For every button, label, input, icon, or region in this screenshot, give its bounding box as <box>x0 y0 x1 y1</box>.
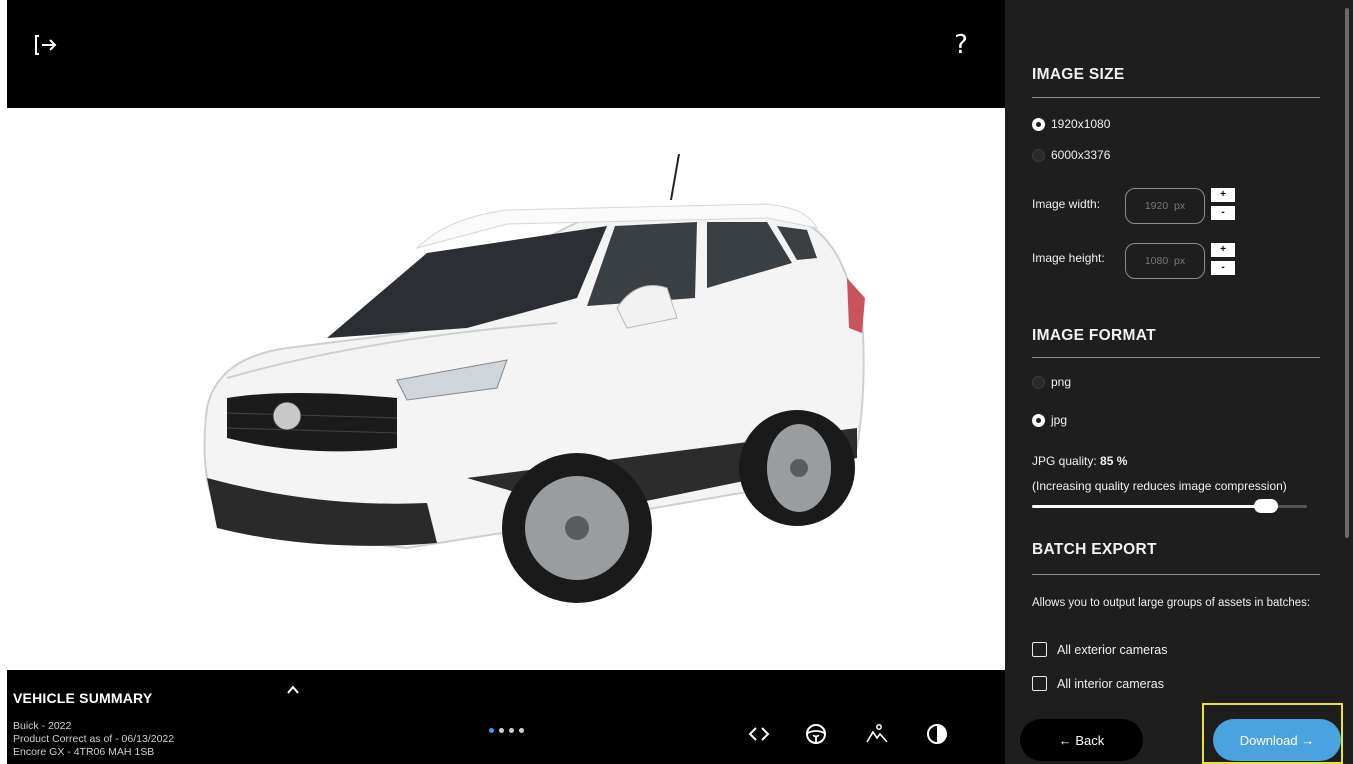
batch-export-title: BATCH EXPORT <box>1032 541 1157 558</box>
format-option-jpg[interactable]: jpg <box>1032 413 1067 427</box>
width-increment-button[interactable]: + <box>1211 188 1235 202</box>
section-divider <box>1032 97 1320 98</box>
vehicle-summary-title: VEHICLE SUMMARY <box>13 690 153 706</box>
jpg-quality-note: (Increasing quality reduces image compre… <box>1032 479 1287 493</box>
batch-export-description: Allows you to output large groups of ass… <box>1032 597 1311 609</box>
section-divider <box>1032 574 1320 575</box>
image-height-input[interactable] <box>1125 243 1205 279</box>
width-decrement-button[interactable]: - <box>1211 206 1235 220</box>
batch-option-interior[interactable]: All interior cameras <box>1032 676 1164 691</box>
image-width-label: Image width: <box>1032 197 1101 211</box>
jpg-quality-label: JPG quality: <box>1032 454 1097 468</box>
batch-option-label: All interior cameras <box>1057 676 1164 691</box>
format-option-png[interactable]: png <box>1032 375 1071 389</box>
vehicle-image-stage <box>7 108 1005 670</box>
export-settings-scroll[interactable]: IMAGE SIZE 1920x1080 6000x3376 Image wid… <box>1005 0 1353 708</box>
back-button[interactable]: ← Back <box>1020 719 1143 761</box>
panel-scrollbar[interactable] <box>1345 8 1349 538</box>
jpg-quality-readout: JPG quality: 85 % <box>1032 454 1127 468</box>
carousel-dots[interactable] <box>489 728 529 734</box>
vehicle-viewer: ? VEHICLE SUMMARY Buick - 2022 Product C… <box>7 0 1005 764</box>
summary-make-year: Buick - 2022 <box>13 720 72 732</box>
image-width-input[interactable] <box>1125 188 1205 224</box>
summary-product-date: Product Correct as of - 06/13/2022 <box>13 733 175 745</box>
jpg-quality-slider[interactable] <box>1032 499 1307 513</box>
code-arrows-icon[interactable] <box>747 722 771 746</box>
slider-thumb[interactable] <box>1253 499 1278 513</box>
batch-option-label: All exterior cameras <box>1057 642 1168 657</box>
exit-icon[interactable] <box>33 32 59 58</box>
image-height-label: Image height: <box>1032 251 1105 265</box>
format-option-label: jpg <box>1051 413 1068 427</box>
steering-wheel-icon[interactable] <box>804 722 828 746</box>
batch-option-exterior[interactable]: All exterior cameras <box>1032 642 1167 657</box>
chevron-up-icon[interactable] <box>285 682 301 698</box>
image-format-title: IMAGE FORMAT <box>1032 327 1156 344</box>
carousel-dot[interactable] <box>499 728 504 733</box>
viewer-top-bar: ? <box>7 0 1005 108</box>
radio-button[interactable] <box>1032 148 1045 162</box>
section-divider <box>1032 357 1320 358</box>
radio-button[interactable] <box>1032 375 1045 389</box>
size-option-6000x3376[interactable]: 6000x3376 <box>1032 148 1110 162</box>
vehicle-image <box>203 153 865 603</box>
radio-button[interactable] <box>1032 117 1045 131</box>
size-option-label: 6000x3376 <box>1051 148 1111 162</box>
carousel-dot[interactable] <box>519 728 524 733</box>
help-icon[interactable]: ? <box>949 30 973 60</box>
size-option-label: 1920x1080 <box>1051 117 1111 131</box>
image-size-title: IMAGE SIZE <box>1032 66 1125 83</box>
height-increment-button[interactable]: + <box>1211 243 1235 257</box>
vehicle-summary-bar: VEHICLE SUMMARY Buick - 2022 Product Cor… <box>7 670 1005 764</box>
size-option-1920x1080[interactable]: 1920x1080 <box>1032 117 1110 131</box>
format-option-label: png <box>1051 375 1072 389</box>
contrast-icon[interactable] <box>925 722 949 746</box>
slider-fill <box>1032 505 1266 508</box>
jpg-quality-value: 85 % <box>1100 454 1128 468</box>
export-settings-panel: IMAGE SIZE 1920x1080 6000x3376 Image wid… <box>1005 0 1353 764</box>
landscape-icon[interactable] <box>865 722 889 746</box>
radio-button[interactable] <box>1032 413 1045 427</box>
carousel-dot[interactable] <box>489 728 494 733</box>
summary-model-code: Encore GX - 4TR06 MAH 1SB <box>13 746 155 758</box>
height-decrement-button[interactable]: - <box>1211 261 1235 275</box>
checkbox[interactable] <box>1032 676 1047 691</box>
download-button[interactable]: Download → <box>1213 719 1341 761</box>
carousel-dot[interactable] <box>509 728 514 733</box>
checkbox[interactable] <box>1032 642 1047 657</box>
